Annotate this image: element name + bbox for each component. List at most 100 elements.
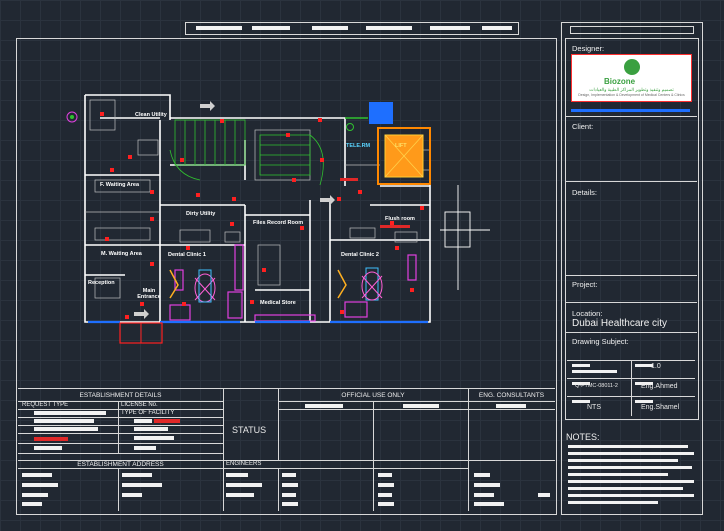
divider [278, 468, 279, 511]
room-label: Dental Clinic 1 [168, 252, 206, 258]
title-block-top-bar [570, 26, 694, 34]
field-bar [22, 473, 52, 477]
divider [223, 388, 224, 511]
divider [565, 181, 697, 182]
revision-grid: 1.0 Q-FTMC-08011-2 Eng.Ahmed NTS Eng.Sha… [567, 360, 695, 416]
room-label: Reception [88, 280, 115, 286]
field-bar [572, 364, 590, 367]
field-bar [134, 446, 156, 450]
dental-chair-2 [361, 271, 383, 301]
divider [118, 468, 119, 511]
eng-consultants-header: ENG. CONSULTANTS [478, 392, 545, 399]
details-label: Details: [572, 188, 598, 197]
divider [18, 425, 223, 426]
field-bar [572, 400, 590, 403]
divider [18, 468, 223, 469]
section-marker [440, 185, 490, 290]
leaf-logo-icon [624, 59, 640, 75]
drawing-subject-label: Drawing Subject: [572, 337, 629, 346]
divider [468, 388, 469, 511]
field-bar [282, 502, 298, 506]
field-bar [22, 483, 58, 487]
field-bar [226, 483, 262, 487]
divider [468, 409, 555, 410]
bottom-table: ESTABLISHMENT DETAILS REQUEST TYPE LICEN… [18, 388, 555, 511]
divider [18, 433, 223, 434]
field-bar [403, 404, 439, 408]
medical-store-shelving [169, 244, 417, 322]
establishment-address-header: ESTABLISHMENT ADDRESS [77, 461, 164, 468]
field-bar [282, 483, 298, 487]
client-label: Client: [572, 122, 594, 131]
notes-line [568, 466, 692, 469]
red-field-bar [34, 437, 68, 441]
notes-text-block [566, 445, 698, 511]
notes-line [568, 473, 668, 476]
drawing-number: Q-FTMC-08011-2 [575, 383, 618, 389]
field-bar [282, 473, 296, 477]
field-bar [538, 493, 550, 497]
divider [18, 417, 223, 418]
notes-line [568, 501, 658, 504]
notes-line [568, 452, 694, 455]
field-bar [572, 370, 617, 373]
floor-plan[interactable] [0, 0, 560, 390]
divider [18, 409, 223, 410]
type-of-facility-label: TYPE OF FACILITY [121, 410, 175, 416]
room-label: Medical Store [260, 300, 296, 306]
notes-line [568, 487, 683, 490]
establishment-details-header: ESTABLISHMENT DETAILS [79, 392, 162, 399]
field-bar [474, 502, 504, 506]
field-bar [34, 411, 106, 415]
divider [565, 332, 697, 333]
divider [278, 409, 468, 410]
divider [18, 443, 223, 444]
logo-subline: Design, Implementation & Development of … [578, 93, 685, 97]
divider [631, 360, 632, 416]
divider [468, 401, 555, 402]
engineers-header: ENGINEERS [226, 461, 262, 467]
red-field-bar [154, 419, 180, 423]
drawn-by: Eng.Ahmed [641, 383, 678, 390]
divider [18, 388, 555, 389]
logo-text: Biozone [604, 77, 636, 86]
field-bar [34, 419, 94, 423]
field-bar [134, 436, 174, 440]
dental-chair-1 [194, 273, 216, 303]
field-bar [378, 493, 392, 497]
field-bar [122, 473, 152, 477]
room-label: Flush room [385, 216, 415, 222]
field-bar [496, 404, 526, 408]
field-bar [474, 473, 490, 477]
room-label: TELE.RM [346, 143, 371, 149]
field-bar [34, 427, 98, 431]
divider [373, 401, 374, 511]
room-label: Main Entrance [137, 288, 161, 300]
field-bar [134, 427, 168, 431]
field-bar [22, 502, 42, 506]
field-bar [122, 483, 162, 487]
designer-label: Designer: [572, 44, 605, 53]
field-bar [282, 493, 296, 497]
field-bar [378, 502, 394, 506]
request-type-label: REQUEST TYPE [22, 402, 69, 408]
notes-label: NOTES: [566, 432, 600, 442]
field-bar [474, 493, 494, 497]
field-bar [305, 404, 343, 408]
room-label: LIFT [395, 143, 407, 149]
checked-by: Eng.Shamel [641, 404, 680, 411]
divider [118, 401, 119, 453]
notes-line [568, 445, 688, 448]
divider [565, 275, 697, 276]
notes-line [568, 480, 694, 483]
room-label: Dental Clinic 2 [341, 252, 379, 258]
field-bar [134, 419, 152, 423]
field-bar [226, 473, 248, 477]
license-no-label: LICENSE No. [121, 402, 158, 408]
divider [223, 468, 468, 469]
field-bar [378, 483, 394, 487]
project-label: Project: [572, 280, 598, 289]
field-bar [474, 483, 500, 487]
field-bar [378, 473, 392, 477]
blue-block [369, 102, 393, 124]
